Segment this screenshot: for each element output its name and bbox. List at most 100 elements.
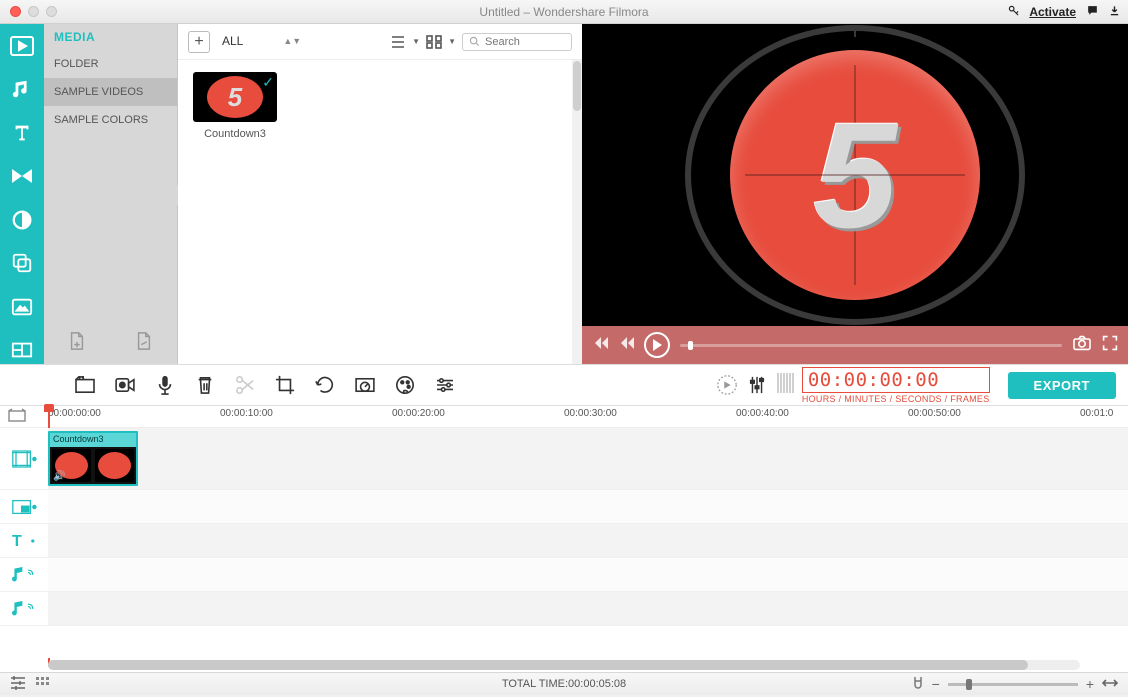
voiceover-icon[interactable] [154,374,176,396]
fit-zoom-icon[interactable] [1102,678,1118,691]
thumbnails-grid: 5 ✓ Countdown3 [178,60,582,364]
color-icon[interactable] [394,374,416,396]
split-icon[interactable] [234,374,256,396]
text-tab-icon[interactable] [8,119,36,147]
grid-view-icon[interactable] [426,35,442,49]
new-folder-icon[interactable] [68,331,86,356]
rotate-icon[interactable] [314,374,336,396]
video-track-1[interactable]: Countdown3 🔊 [0,428,1128,490]
activate-link[interactable]: Activate [1029,5,1076,19]
thumbnail-label: Countdown3 [190,128,280,140]
pip-track[interactable] [0,490,1128,524]
barcode-icon [776,372,794,399]
total-time: TOTAL TIME:00:00:05:08 [502,678,626,690]
timeline-ruler[interactable]: 00:00:00:00 00:00:10:00 00:00:20:00 00:0… [0,406,1128,428]
media-folder-item[interactable]: FOLDER [44,50,177,78]
close-window-icon[interactable] [10,6,21,17]
filter-label: ALL [222,34,243,48]
ruler-tick: 00:00:50:00 [908,408,961,419]
ruler-tick: 00:00:10:00 [220,408,273,419]
ruler-tick: 00:00:40:00 [736,408,789,419]
video-track-icon[interactable] [0,428,48,489]
export-button[interactable]: EXPORT [1008,372,1116,399]
zoom-window-icon[interactable] [46,6,57,17]
delete-folder-icon[interactable] [135,331,153,356]
render-icon[interactable] [716,374,738,396]
search-field[interactable] [462,33,572,51]
timecode-label: HOURS / MINUTES / SECONDS / FRAMES [802,394,990,404]
fullscreen-icon[interactable] [1102,335,1118,356]
music-track-2[interactable] [0,592,1128,626]
timeline-h-scrollbar[interactable] [0,658,1128,672]
media-tab-icon[interactable] [8,32,36,60]
prev-frame-icon[interactable] [592,336,608,354]
elements-tab-icon[interactable] [8,293,36,321]
list-view-icon[interactable] [390,35,406,49]
text-track-icon[interactable]: T [0,524,48,557]
window-title: Untitled – Wondershare Filmora [479,5,648,19]
browser-scrollbar[interactable] [572,60,582,364]
splitscreen-tab-icon[interactable] [8,337,36,365]
overlays-tab-icon[interactable] [8,250,36,278]
timecode-display: 00:00:00:00 [802,367,990,393]
minimize-window-icon[interactable] [28,6,39,17]
media-samplevideos-item[interactable]: SAMPLE VIDEOS [44,78,177,106]
browser-toolbar: + ALL ▲▼ ▼ ▼ [178,24,582,60]
record-icon[interactable] [114,374,136,396]
marker-icon[interactable] [8,408,26,425]
ruler-tick: 00:00:30:00 [564,408,617,419]
preview-seek-slider[interactable] [680,344,1062,347]
adjust-icon[interactable] [434,374,456,396]
zoom-out-icon[interactable]: − [932,676,940,692]
media-samplecolors-item[interactable]: SAMPLE COLORS [44,106,177,134]
media-thumbnail[interactable]: 5 ✓ Countdown3 [190,72,280,140]
crop-icon[interactable] [274,374,296,396]
search-icon [469,36,480,47]
preview-stage: 5 [582,24,1128,326]
preview-panel: 5 [582,24,1128,364]
play-button[interactable] [644,332,670,358]
zoom-in-icon[interactable]: + [1086,676,1094,692]
next-frame-icon[interactable] [618,336,634,354]
timeline-tracks: Countdown3 🔊 T [0,428,1128,658]
message-icon[interactable] [1086,4,1099,20]
search-input[interactable] [485,36,555,48]
edit-toolbar: 00:00:00:00 HOURS / MINUTES / SECONDS / … [0,364,1128,406]
snapshot-icon[interactable] [1072,335,1092,356]
edit-tools-icon[interactable] [74,374,96,396]
filters-tab-icon[interactable] [8,206,36,234]
transitions-tab-icon[interactable] [8,163,36,191]
zoom-slider[interactable] [948,683,1078,686]
titlebar: Untitled – Wondershare Filmora Activate [0,0,1128,24]
category-filter-dropdown[interactable]: ALL ▲▼ [222,34,301,49]
import-button[interactable]: + [188,31,210,53]
music-track-icon[interactable] [0,558,48,591]
snap-icon[interactable] [912,676,924,693]
ruler-tick: 00:01:0 [1080,408,1113,419]
clip-audio-icon: 🔊 [53,471,65,482]
mixer-icon[interactable] [746,374,768,396]
music-tab-icon[interactable] [8,76,36,104]
status-bar: TOTAL TIME:00:00:05:08 − + [0,672,1128,695]
music-track-icon[interactable] [0,592,48,625]
ruler-tick: 00:00:00:00 [48,408,101,419]
tool-rail [0,24,44,364]
media-header: MEDIA [44,24,177,50]
media-browser: + ALL ▲▼ ▼ ▼ 5 ✓ Co [178,24,582,364]
chevron-down-icon[interactable]: ▼ [448,37,456,46]
timeline-clip[interactable]: Countdown3 🔊 [48,431,138,486]
speed-icon[interactable] [354,374,376,396]
pip-track-icon[interactable] [0,490,48,523]
track-manager-icon[interactable] [10,676,26,693]
key-icon [1008,5,1019,19]
window-controls [0,6,57,17]
text-track[interactable]: T [0,524,1128,558]
chevron-down-icon[interactable]: ▼ [412,37,420,46]
music-track-1[interactable] [0,558,1128,592]
download-icon[interactable] [1109,4,1120,20]
check-icon: ✓ [262,74,274,91]
svg-text:T: T [12,532,22,549]
thumbnail-image: 5 ✓ [193,72,277,122]
grid-toggle-icon[interactable] [36,677,50,692]
delete-icon[interactable] [194,374,216,396]
